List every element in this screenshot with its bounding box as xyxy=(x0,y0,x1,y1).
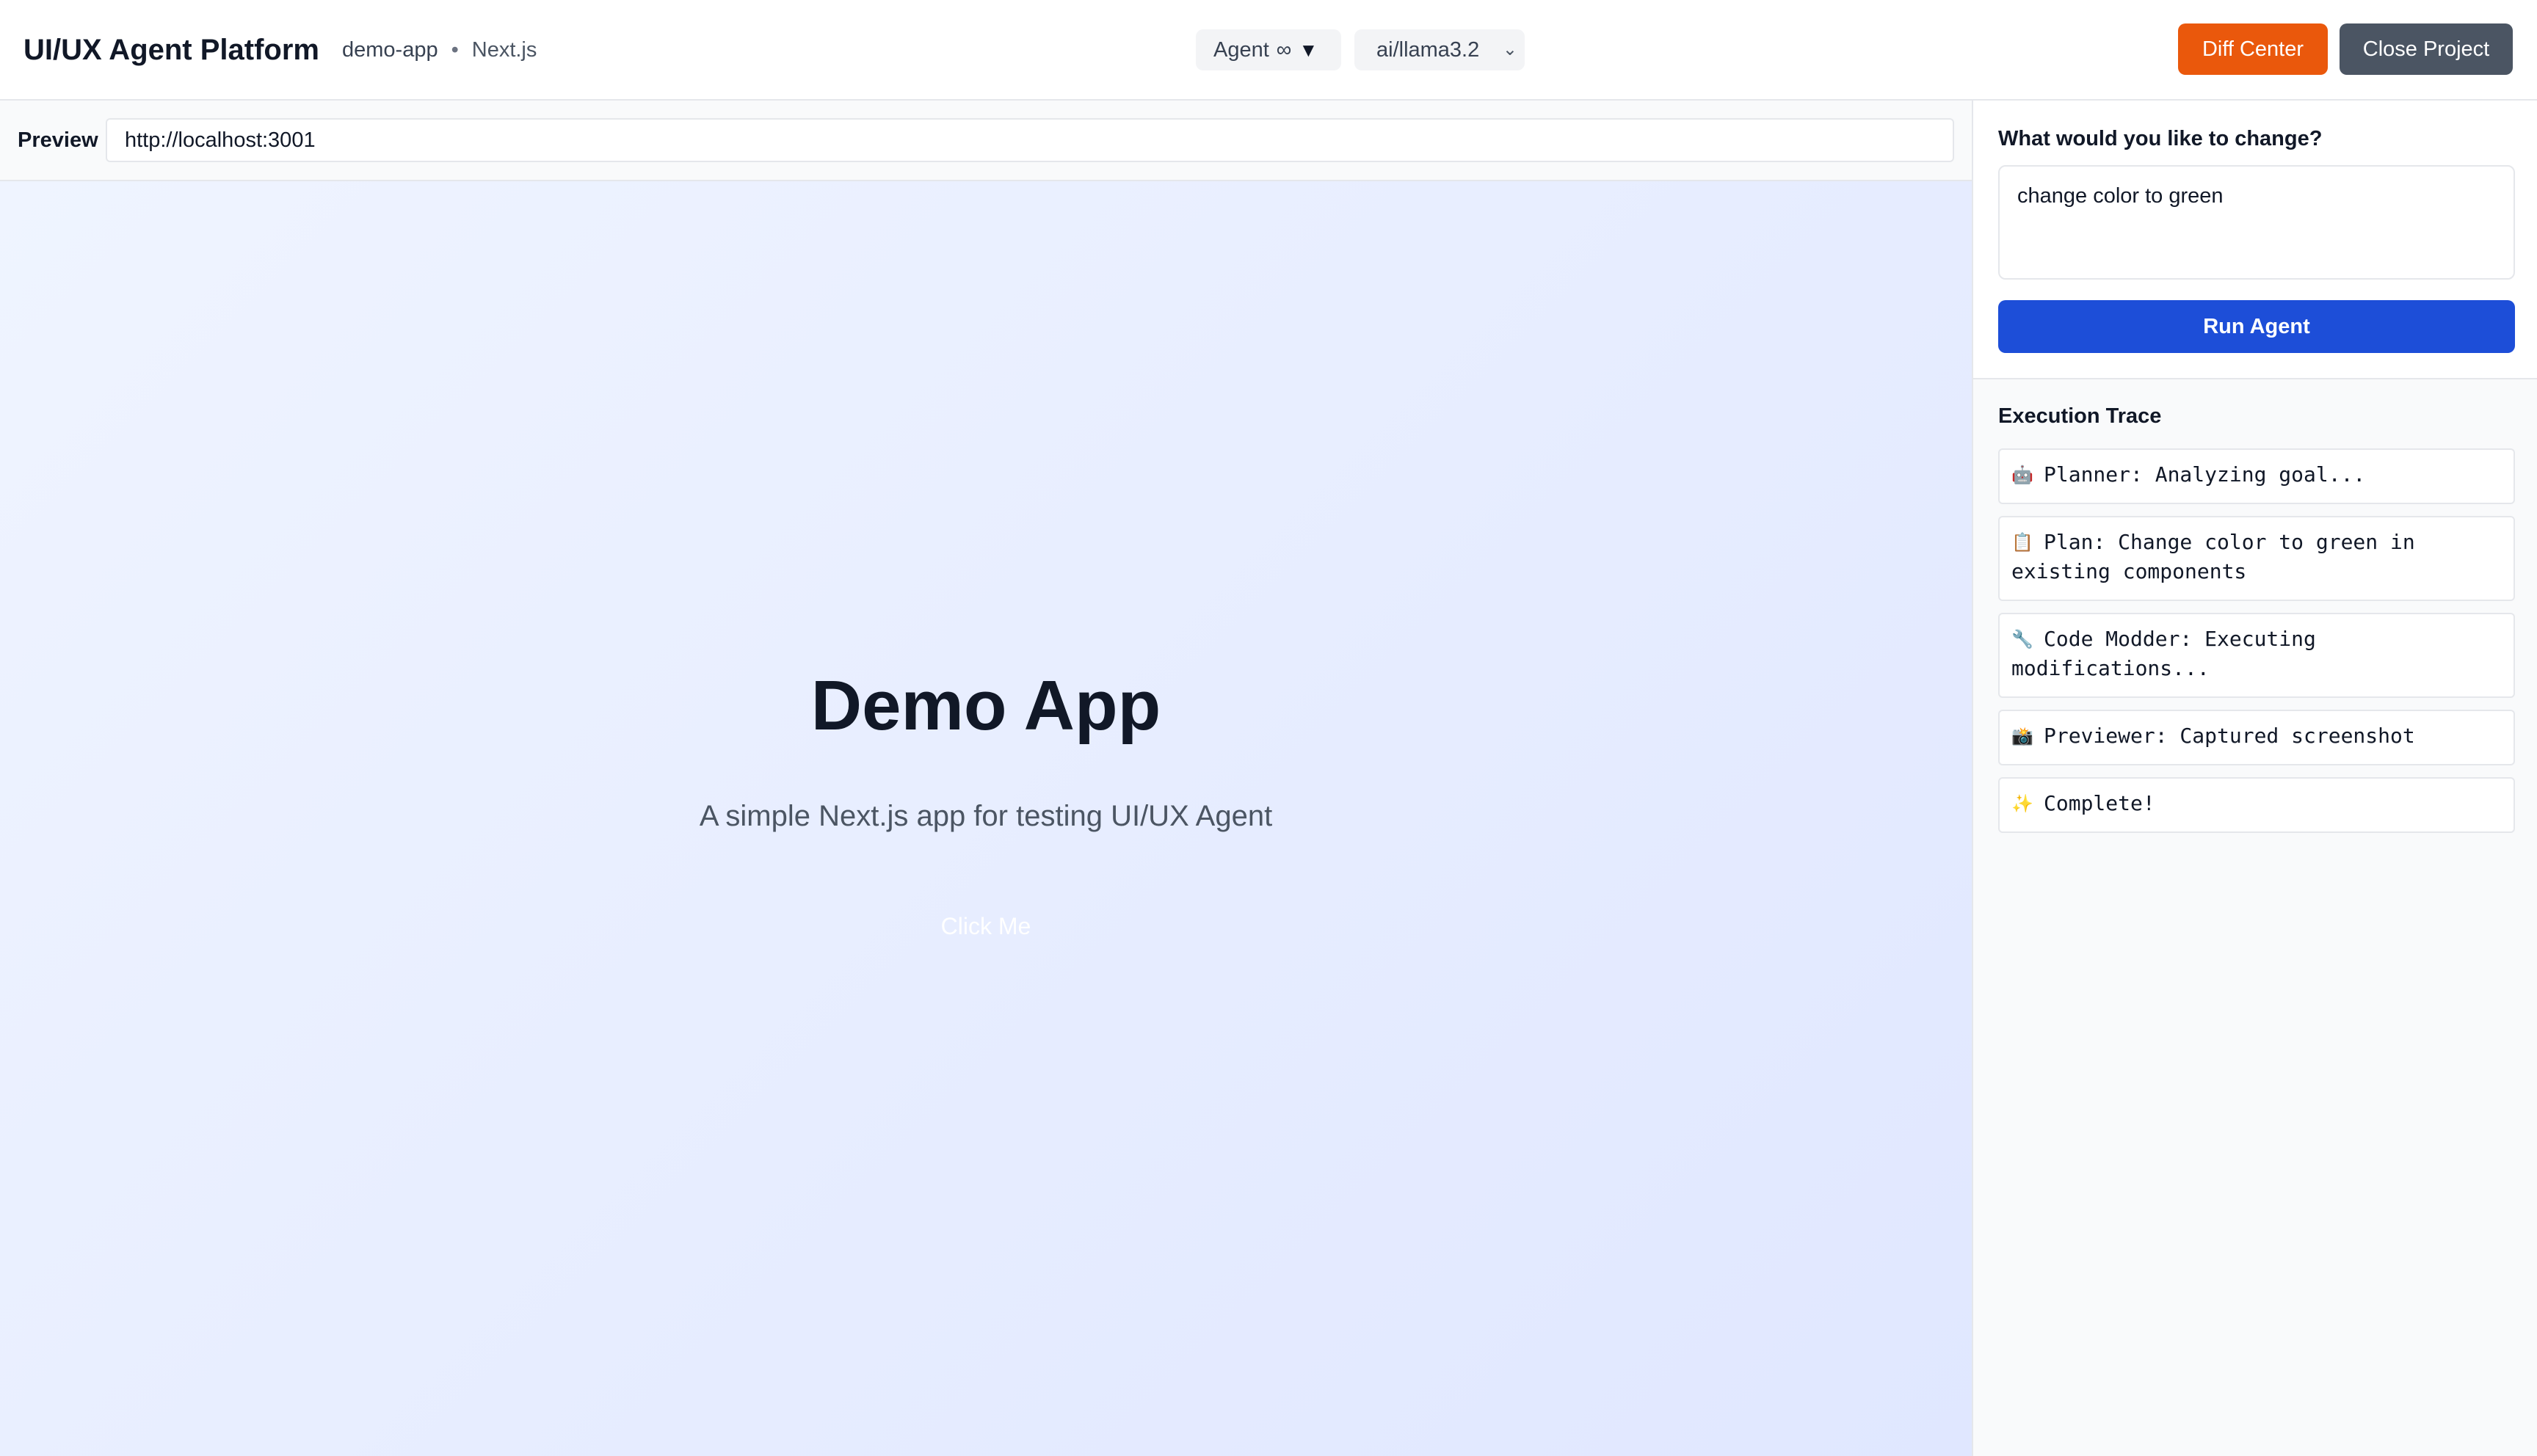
preview-bar: Preview http://localhost:3001 xyxy=(0,101,1972,181)
wrench-icon: 🔧 xyxy=(2011,629,2033,649)
trace-item: ✨ Complete! xyxy=(1998,777,2515,833)
agent-mode-label: Agent xyxy=(1213,38,1269,62)
execution-trace-title: Execution Trace xyxy=(1998,404,2162,428)
goal-label: What would you like to change? xyxy=(1998,127,2323,150)
diff-center-button[interactable]: Diff Center xyxy=(2178,23,2328,75)
trace-item-text: Planner: Analyzing goal... xyxy=(2044,462,2366,487)
chevron-down-icon: ⌄ xyxy=(1502,40,1517,59)
trace-item-text: Complete! xyxy=(2044,791,2155,815)
model-select-value: ai/llama3.2 xyxy=(1376,38,1480,62)
robot-icon: 🤖 xyxy=(2011,465,2033,485)
infinity-icon: ∞ xyxy=(1276,38,1292,62)
goal-section: What would you like to change? change co… xyxy=(1973,101,2537,379)
run-agent-button[interactable]: Run Agent xyxy=(1998,300,2515,353)
project-name: demo-app xyxy=(342,38,438,62)
model-select[interactable]: ai/llama3.2 ⌄ xyxy=(1354,29,1525,70)
preview-url-input[interactable]: http://localhost:3001 xyxy=(106,118,1954,162)
caret-down-icon: ▼ xyxy=(1299,39,1318,61)
trace-item-text: Previewer: Captured screenshot xyxy=(2044,724,2415,748)
separator-dot: • xyxy=(451,38,459,62)
preview-label: Preview xyxy=(18,128,98,152)
preview-frame: Demo App A simple Next.js app for testin… xyxy=(0,181,1972,1456)
goal-textarea[interactable]: change color to green xyxy=(1998,165,2515,280)
sparkles-icon: ✨ xyxy=(2011,793,2033,814)
close-project-button[interactable]: Close Project xyxy=(2340,23,2513,75)
top-header: UI/UX Agent Platform demo-app • Next.js Ag… xyxy=(0,0,2537,101)
framework-name: Next.js xyxy=(471,38,537,62)
trace-item: 📸 Previewer: Captured screenshot xyxy=(1998,710,2515,765)
clipboard-icon: 📋 xyxy=(2011,532,2033,553)
demo-click-button[interactable]: Click Me xyxy=(896,900,1076,952)
agent-mode-select[interactable]: Agent ∞ ▼ xyxy=(1196,29,1341,70)
trace-item: 🤖 Planner: Analyzing goal... xyxy=(1998,448,2515,504)
camera-icon: 📸 xyxy=(2011,726,2033,746)
trace-item-text: Plan: Change color to green in existing … xyxy=(2011,530,2415,583)
trace-item: 📋 Plan: Change color to green in existing… xyxy=(1998,516,2515,601)
trace-item-text: Code Modder: Executing modifications... xyxy=(2011,627,2316,680)
agent-panel: What would you like to change? change co… xyxy=(1972,101,2537,1456)
demo-page-subtitle: A simple Next.js app for testing UI/UX A… xyxy=(699,800,1273,832)
demo-page-title: Demo App xyxy=(810,666,1161,745)
project-meta: demo-app • Next.js xyxy=(342,37,537,63)
app-title: UI/UX Agent Platform xyxy=(23,34,319,66)
trace-item: 🔧 Code Modder: Executing modifications... xyxy=(1998,613,2515,698)
